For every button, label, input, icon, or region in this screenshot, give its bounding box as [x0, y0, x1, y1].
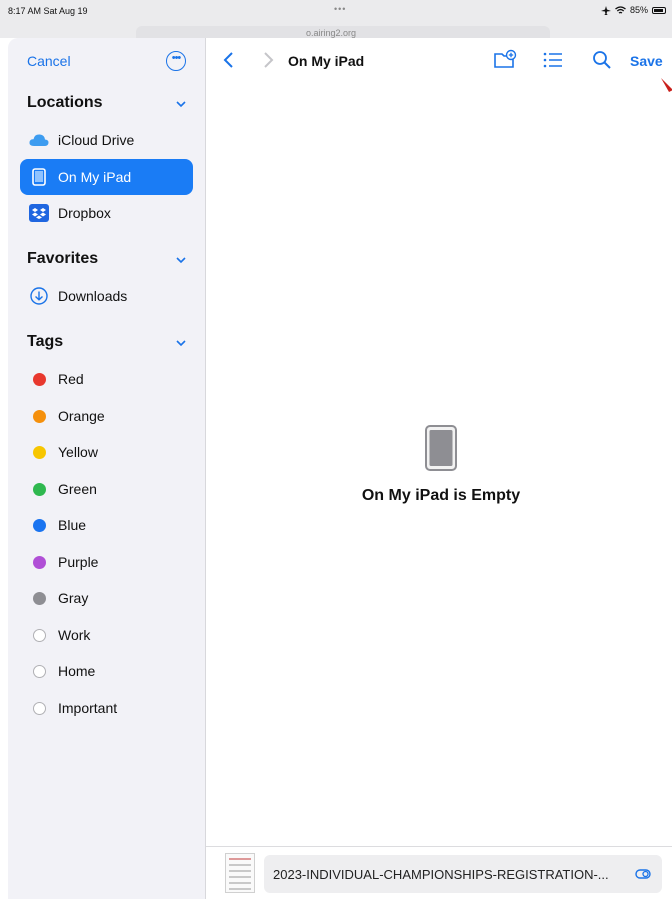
sidebar-item-on-my-ipad[interactable]: On My iPad: [20, 159, 193, 195]
tag-color-dot: [33, 446, 46, 459]
empty-state-message: On My iPad is Empty: [361, 487, 521, 504]
new-folder-icon[interactable]: [493, 49, 517, 71]
favorites-chevron-down-icon[interactable]: [175, 254, 187, 266]
tag-label: Green: [58, 481, 97, 497]
tag-item-orange[interactable]: Orange: [20, 398, 193, 434]
sidebar-header: Cancel •••: [8, 38, 206, 82]
battery-icon: [652, 6, 666, 14]
main-content: On My iPad Save On My iPad is Empty 2023…: [206, 38, 672, 899]
ipad-icon: [29, 168, 49, 186]
download-circle-icon: [29, 287, 49, 305]
tag-item-red[interactable]: Red: [20, 361, 193, 397]
tag-color-dot: [33, 592, 46, 605]
ipad-empty-icon: [425, 425, 457, 471]
status-indicators: 85%: [600, 5, 666, 15]
tags-chevron-down-icon[interactable]: [175, 337, 187, 349]
tag-color-dot: [33, 519, 46, 532]
save-button[interactable]: Save: [630, 53, 663, 69]
tag-label: Work: [58, 627, 91, 643]
sidebar-item-dropbox[interactable]: Dropbox: [20, 195, 193, 231]
page-title: On My iPad: [288, 53, 365, 69]
search-icon[interactable]: [590, 49, 614, 71]
icloud-icon: [29, 131, 49, 149]
ellipsis-circle-icon[interactable]: •••: [166, 51, 186, 71]
tag-label: Blue: [58, 517, 87, 533]
document-thumbnail: [225, 853, 255, 893]
cancel-button[interactable]: Cancel: [27, 53, 71, 69]
tag-label: Red: [58, 371, 84, 387]
sidebar: Cancel ••• Locations iCloud Drive On My …: [8, 38, 206, 899]
red-arrow-annotation-icon: [661, 78, 672, 92]
tag-item-gray[interactable]: Gray: [20, 580, 193, 616]
browser-url: o.airing2.org: [306, 28, 357, 38]
tags-heading: Tags: [27, 333, 64, 350]
tag-item-work[interactable]: Work: [20, 617, 193, 653]
back-chevron-icon[interactable]: [222, 51, 236, 69]
tag-label: Important: [58, 700, 118, 716]
favorites-heading: Favorites: [27, 250, 99, 267]
file-picker-sheet: Cancel ••• Locations iCloud Drive On My …: [8, 38, 672, 899]
sidebar-item-icloud-drive[interactable]: iCloud Drive: [20, 122, 193, 158]
tag-item-important[interactable]: Important: [20, 690, 193, 726]
dropbox-icon: [29, 204, 49, 222]
tag-item-blue[interactable]: Blue: [20, 507, 193, 543]
tag-label: Gray: [58, 590, 89, 606]
tag-label: Orange: [58, 408, 105, 424]
wifi-icon: [615, 5, 626, 14]
save-file-bar: 2023-INDIVIDUAL-CHAMPIONSHIPS-REGISTRATI…: [206, 846, 672, 899]
tag-empty-circle: [33, 665, 46, 678]
tag-color-dot: [33, 410, 46, 423]
forward-chevron-icon[interactable]: [261, 51, 275, 69]
multitasking-dots[interactable]: •••: [334, 4, 346, 14]
tag-label: Yellow: [58, 444, 98, 460]
filename-text: 2023-INDIVIDUAL-CHAMPIONSHIPS-REGISTRATI…: [273, 866, 609, 882]
tag-color-dot: [33, 483, 46, 496]
sidebar-item-label: Downloads: [58, 288, 128, 304]
airplane-icon: [600, 5, 611, 15]
sidebar-item-label: Dropbox: [58, 205, 111, 221]
locations-chevron-down-icon[interactable]: [175, 98, 187, 110]
tag-toggle-icon[interactable]: [635, 866, 651, 882]
tag-color-dot: [33, 373, 46, 386]
tag-item-yellow[interactable]: Yellow: [20, 434, 193, 470]
tag-color-dot: [33, 556, 46, 569]
tag-item-green[interactable]: Green: [20, 471, 193, 507]
sidebar-item-label: On My iPad: [58, 169, 132, 185]
status-time: 8:17 AM Sat Aug 19: [8, 6, 88, 16]
sidebar-item-label: iCloud Drive: [58, 132, 135, 148]
tag-empty-circle: [33, 702, 46, 715]
tag-item-home[interactable]: Home: [20, 653, 193, 689]
tag-label: Home: [58, 663, 96, 679]
filename-field[interactable]: 2023-INDIVIDUAL-CHAMPIONSHIPS-REGISTRATI…: [264, 855, 662, 893]
sidebar-item-downloads[interactable]: Downloads: [20, 278, 193, 314]
list-view-icon[interactable]: [541, 49, 565, 71]
tag-label: Purple: [58, 554, 99, 570]
locations-heading: Locations: [27, 94, 103, 111]
tag-item-purple[interactable]: Purple: [20, 544, 193, 580]
tag-empty-circle: [33, 629, 46, 642]
battery-percent: 85%: [629, 5, 648, 15]
